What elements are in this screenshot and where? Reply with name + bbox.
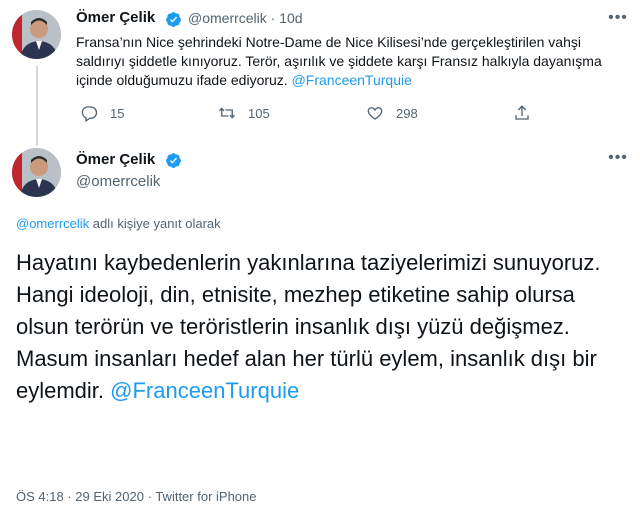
- tweet-text: Hayatını kaybedenlerin yakınlarına taziy…: [16, 247, 628, 407]
- more-icon[interactable]: •••: [606, 10, 630, 30]
- share-button[interactable]: [513, 104, 543, 122]
- avatar[interactable]: [12, 10, 61, 59]
- author-name[interactable]: Ömer Çelik: [76, 151, 155, 168]
- replying-text: adlı kişiye yanıt olarak: [89, 216, 221, 231]
- tweet-age[interactable]: 10d: [279, 10, 302, 26]
- reply-icon: [81, 106, 98, 122]
- tweet-meta: @omerrcelik · 10d: [188, 10, 303, 26]
- mention-link[interactable]: @FranceenTurquie: [110, 378, 299, 403]
- tweet-actions: 15 105 298: [76, 104, 556, 128]
- retweet-icon: [219, 107, 235, 119]
- separator-dot: ·: [147, 489, 152, 504]
- separator-dot: ·: [270, 10, 276, 26]
- tweet-date[interactable]: 29 Eki 2020: [75, 489, 144, 504]
- retweet-count: 105: [248, 105, 270, 121]
- avatar[interactable]: [12, 148, 61, 197]
- author-name[interactable]: Ömer Çelik: [76, 9, 155, 26]
- replying-mention-link[interactable]: @omerrcelik: [16, 216, 89, 231]
- tweet-line: Masum insanları hedef alan her türlü eyl…: [16, 343, 628, 407]
- share-icon: [515, 105, 529, 120]
- verified-badge-icon: [166, 153, 181, 168]
- replying-to: @omerrcelik adlı kişiye yanıt olarak: [16, 216, 221, 231]
- mention-link[interactable]: @FranceenTurquie: [292, 72, 412, 88]
- retweet-button[interactable]: 105: [218, 104, 270, 122]
- like-icon: [367, 107, 383, 120]
- reply-button[interactable]: 15: [80, 104, 124, 122]
- more-icon[interactable]: •••: [606, 150, 630, 170]
- author-handle[interactable]: @omerrcelik: [76, 173, 160, 190]
- verified-badge-icon: [166, 12, 181, 27]
- like-button[interactable]: 298: [366, 104, 418, 122]
- like-count: 298: [396, 105, 418, 121]
- author-handle[interactable]: @omerrcelik: [188, 10, 267, 26]
- tweet-timestamp: ÖS 4:18 · 29 Eki 2020 · Twitter for iPho…: [16, 489, 256, 504]
- tweet-line-text: Masum insanları hedef alan her türlü eyl…: [16, 346, 597, 403]
- tweet-line: Hayatını kaybedenlerin yakınlarına taziy…: [16, 250, 601, 275]
- tweet-text: Fransa’nın Nice şehrindeki Notre-Dame de…: [76, 33, 624, 90]
- separator-dot: ·: [67, 489, 72, 504]
- thread-line: [36, 66, 38, 146]
- tweet-source[interactable]: Twitter for iPhone: [155, 489, 256, 504]
- tweet-line: Hangi ideoloji, din, etnisite, mezhep et…: [16, 282, 575, 339]
- reply-count: 15: [110, 105, 125, 121]
- tweet-time[interactable]: ÖS 4:18: [16, 489, 64, 504]
